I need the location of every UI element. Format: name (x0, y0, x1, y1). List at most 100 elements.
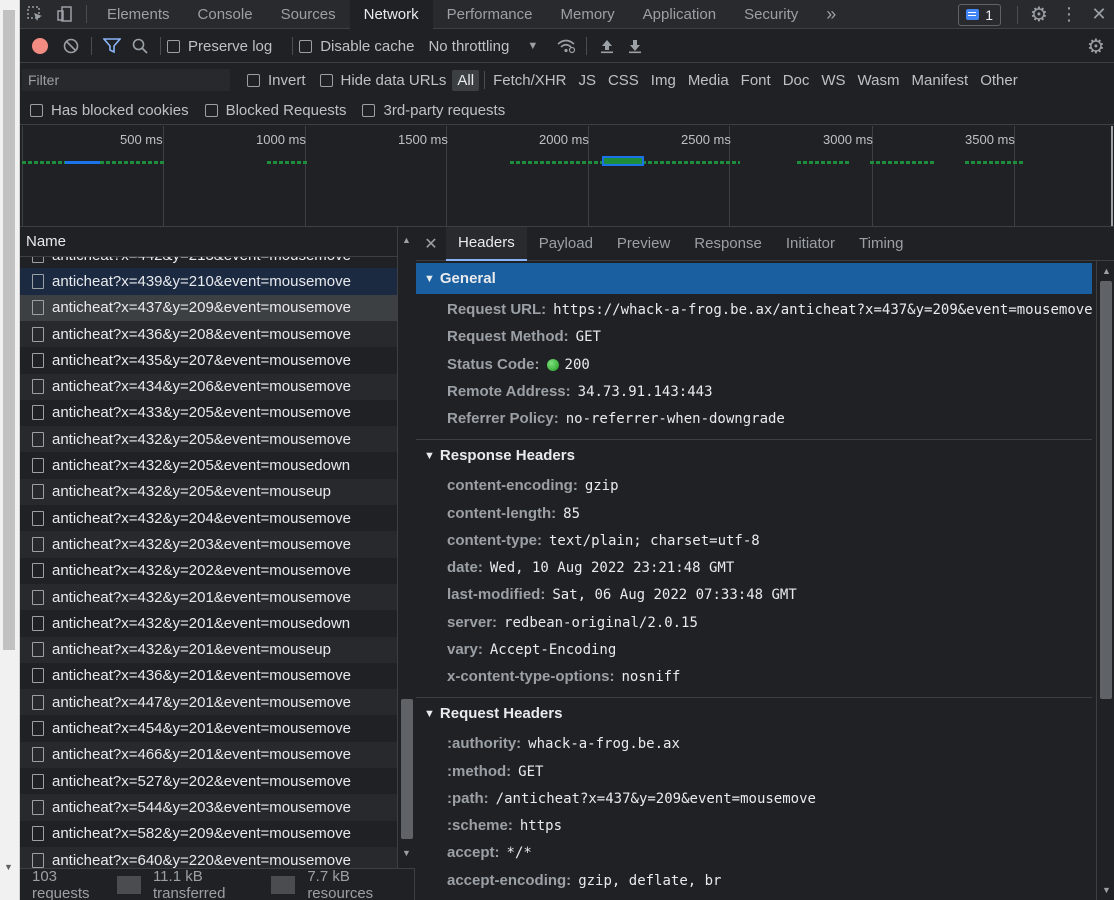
tab-initiator[interactable]: Initiator (774, 227, 847, 261)
type-filter-media[interactable]: Media (683, 70, 734, 91)
filter-funnel-icon[interactable] (98, 32, 126, 60)
scroll-down-arrow-icon[interactable]: ▼ (1102, 885, 1111, 895)
tab-response[interactable]: Response (682, 227, 774, 261)
settings-gear-icon[interactable]: ⚙ (1024, 0, 1054, 29)
type-filter-wasm[interactable]: Wasm (853, 70, 905, 91)
table-row[interactable]: anticheat?x=439&y=210&event=mousemove (20, 268, 397, 295)
more-options-icon[interactable]: ⋮ (1054, 0, 1084, 29)
disable-cache-checkbox[interactable]: Disable cache (299, 38, 414, 55)
scroll-down-arrow-icon[interactable]: ▼ (4, 862, 13, 872)
table-row[interactable]: anticheat?x=640&y=220&event=mousemove (20, 846, 397, 868)
third-party-requests-checkbox[interactable]: 3rd-party requests (362, 102, 505, 119)
invert-checkbox[interactable]: Invert (247, 72, 306, 89)
clear-icon[interactable] (57, 32, 85, 60)
tab-elements[interactable]: Elements (93, 0, 184, 29)
preserve-log-checkbox[interactable]: Preserve log (167, 38, 272, 55)
table-row[interactable]: anticheat?x=432&y=204&event=mousemove (20, 505, 397, 531)
table-row[interactable]: anticheat?x=433&y=205&event=mousemove (20, 400, 397, 426)
checkbox-box[interactable] (362, 103, 376, 117)
scroll-up-arrow-icon[interactable]: ▲ (1102, 266, 1111, 276)
overview-right-handle[interactable] (1111, 126, 1113, 226)
type-filter-doc[interactable]: Doc (778, 70, 815, 91)
tab-memory[interactable]: Memory (547, 0, 629, 29)
type-filter-ws[interactable]: WS (816, 70, 850, 91)
checkbox-box[interactable] (319, 73, 333, 87)
scroll-up-arrow-icon[interactable]: ▲ (402, 235, 411, 245)
type-filter-other[interactable]: Other (975, 70, 1023, 91)
close-icon[interactable]: ✕ (1084, 0, 1114, 29)
import-har-upload-icon[interactable] (593, 32, 621, 60)
network-settings-gear-icon[interactable]: ⚙ (1082, 32, 1110, 60)
tab-headers[interactable]: Headers (446, 226, 527, 261)
table-row[interactable]: anticheat?x=432&y=201&event=mousedown (20, 610, 397, 636)
has-blocked-cookies-checkbox[interactable]: Has blocked cookies (30, 102, 189, 119)
type-filter-all[interactable]: All (452, 69, 480, 91)
response-headers-section-header[interactable]: ▼ Response Headers (416, 440, 1092, 471)
search-icon[interactable] (126, 32, 154, 60)
close-details-icon[interactable]: ✕ (416, 234, 446, 254)
table-row[interactable]: anticheat?x=582&y=209&event=mousemove (20, 821, 397, 847)
type-filter-manifest[interactable]: Manifest (907, 70, 974, 91)
type-filter-font[interactable]: Font (736, 70, 776, 91)
record-button[interactable] (32, 38, 48, 54)
table-row[interactable]: anticheat?x=432&y=205&event=mouseup (20, 478, 397, 505)
type-filter-js[interactable]: JS (573, 70, 601, 91)
scroll-down-arrow-icon[interactable]: ▼ (402, 848, 411, 858)
tab-timing[interactable]: Timing (847, 227, 915, 261)
type-filter-css[interactable]: CSS (603, 70, 644, 91)
filter-input[interactable] (22, 69, 230, 91)
table-row[interactable]: anticheat?x=436&y=201&event=mousemove (20, 663, 397, 689)
export-har-download-icon[interactable] (621, 32, 649, 60)
name-column-header[interactable]: Name (20, 227, 415, 257)
checkbox-box[interactable] (299, 39, 313, 53)
blocked-requests-checkbox[interactable]: Blocked Requests (204, 102, 346, 119)
tab-sources[interactable]: Sources (267, 0, 350, 29)
more-tabs-icon[interactable]: » (812, 0, 850, 29)
table-row[interactable]: anticheat?x=432&y=202&event=mousemove (20, 558, 397, 584)
table-row[interactable]: anticheat?x=436&y=208&event=mousemove (20, 320, 397, 348)
network-conditions-wifi-icon[interactable] (552, 32, 580, 60)
overview-left-handle[interactable] (22, 126, 23, 226)
request-list-scrollbar[interactable]: ▲ ▼ (397, 227, 415, 868)
tab-payload[interactable]: Payload (527, 227, 605, 261)
table-row-selected[interactable]: anticheat?x=437&y=209&event=mousemove (20, 294, 397, 321)
checkbox-box[interactable] (204, 103, 218, 117)
table-row[interactable]: anticheat?x=432&y=201&event=mousemove (20, 583, 397, 611)
page-scrollbar-thumb[interactable] (3, 10, 15, 650)
tab-console[interactable]: Console (184, 0, 267, 29)
table-row[interactable]: anticheat?x=442&y=213&event=mousemove (20, 257, 397, 268)
table-row[interactable]: anticheat?x=432&y=201&event=mouseup (20, 636, 397, 663)
checkbox-box[interactable] (247, 73, 260, 87)
tab-preview[interactable]: Preview (605, 227, 682, 261)
checkbox-box[interactable] (167, 39, 180, 53)
table-row[interactable]: anticheat?x=432&y=203&event=mousemove (20, 531, 397, 558)
hide-data-urls-checkbox[interactable]: Hide data URLs (319, 72, 446, 89)
type-filter-fetch-xhr[interactable]: Fetch/XHR (488, 70, 571, 91)
page-scrollbar[interactable]: ▼ (0, 0, 20, 900)
general-section-header[interactable]: ▼ General (416, 263, 1092, 294)
inspect-element-icon[interactable] (20, 0, 50, 29)
network-overview-timeline[interactable]: 500 ms 1000 ms 1500 ms 2000 ms 2500 ms 3… (20, 126, 1114, 227)
type-filter-img[interactable]: Img (646, 70, 681, 91)
table-row[interactable]: anticheat?x=527&y=202&event=mousemove (20, 768, 397, 794)
table-row[interactable]: anticheat?x=435&y=207&event=mousemove (20, 347, 397, 373)
tab-performance[interactable]: Performance (433, 0, 547, 29)
table-row[interactable]: anticheat?x=447&y=201&event=mousemove (20, 689, 397, 716)
device-toolbar-icon[interactable] (50, 0, 80, 29)
table-row[interactable]: anticheat?x=466&y=201&event=mousemove (20, 741, 397, 768)
tab-network[interactable]: Network (349, 0, 433, 29)
details-scrollbar[interactable]: ▲ ▼ (1096, 261, 1114, 900)
table-row[interactable]: anticheat?x=434&y=206&event=mousemove (20, 373, 397, 400)
request-list-scrollbar-thumb[interactable] (401, 699, 413, 839)
table-row[interactable]: anticheat?x=432&y=205&event=mousedown (20, 452, 397, 478)
tab-security[interactable]: Security (730, 0, 812, 29)
table-row[interactable]: anticheat?x=544&y=203&event=mousemove (20, 794, 397, 821)
checkbox-box[interactable] (30, 103, 43, 117)
details-scrollbar-thumb[interactable] (1100, 281, 1112, 699)
messages-badge[interactable]: 1 (958, 3, 1001, 26)
table-row[interactable]: anticheat?x=454&y=201&event=mousemove (20, 715, 397, 741)
table-row[interactable]: anticheat?x=432&y=205&event=mousemove (20, 426, 397, 453)
tab-application[interactable]: Application (629, 0, 730, 29)
request-headers-section-header[interactable]: ▼ Request Headers (416, 698, 1092, 729)
throttling-select[interactable]: No throttling ▼ (428, 38, 538, 55)
